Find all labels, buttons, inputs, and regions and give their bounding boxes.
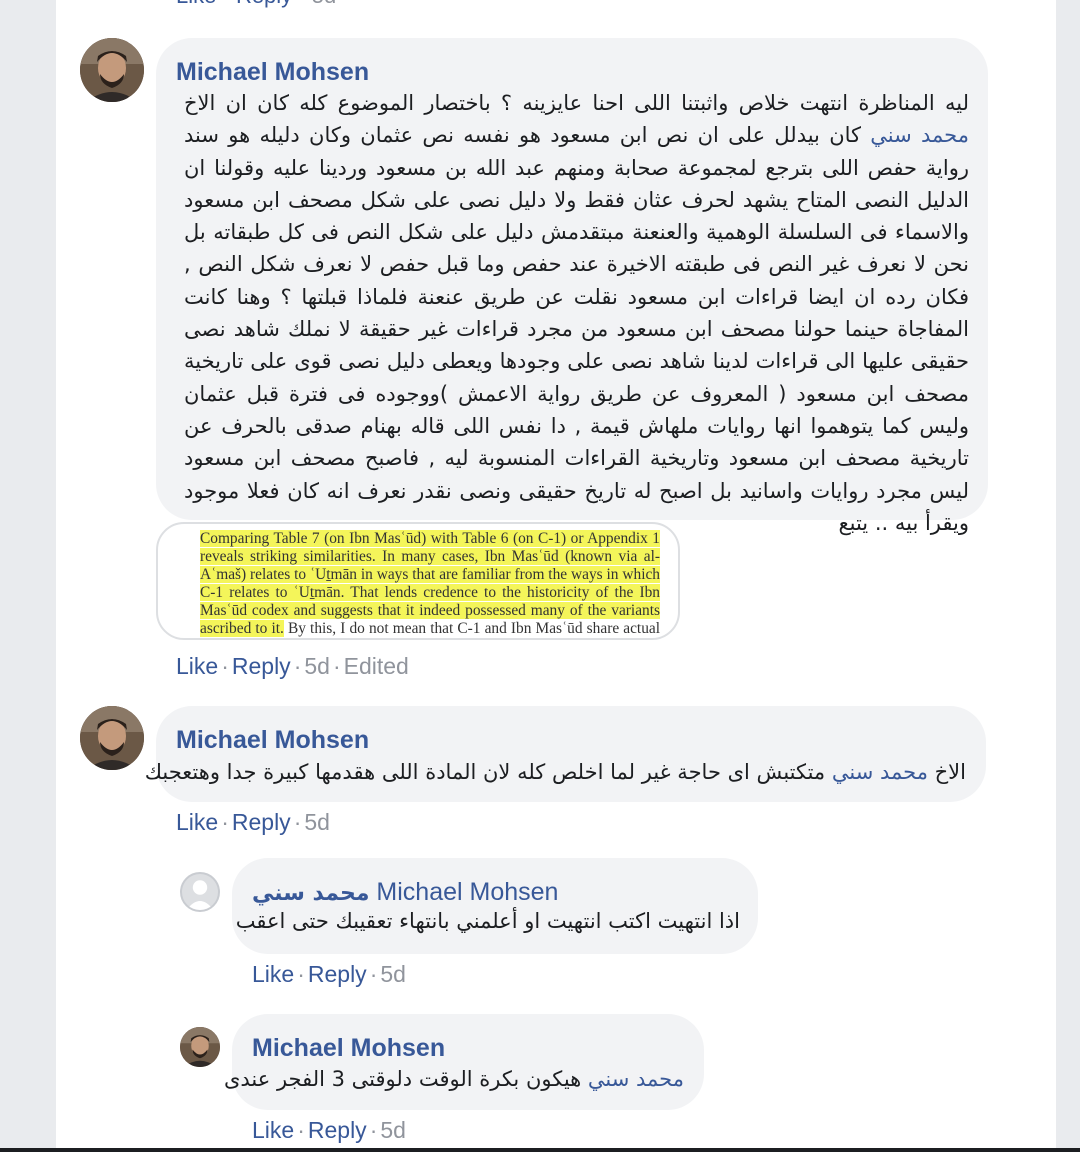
reply-actions: Like · Reply · 5d	[252, 1117, 406, 1143]
reply-link[interactable]: Reply	[308, 961, 367, 987]
user-photo-icon	[80, 38, 144, 102]
user-photo-icon	[80, 706, 144, 770]
user-photo-icon	[180, 1027, 220, 1067]
comment-text: ليه المناظرة انتهت خلاص واثبتنا اللى احن…	[184, 87, 969, 539]
comment-text: الاخ محمد سني متكتبش اى حاجة غير لما اخل…	[145, 757, 966, 787]
reply-link[interactable]: Reply	[232, 809, 291, 835]
reply-author[interactable]: محمد سني	[252, 881, 369, 906]
like-link[interactable]: Like	[176, 653, 218, 679]
mention-link[interactable]: Michael Mohsen	[376, 878, 558, 906]
mention-link[interactable]: محمد سني	[588, 1067, 684, 1091]
timestamp: 5d	[304, 653, 330, 679]
reply-link[interactable]: Reply	[236, 0, 292, 8]
default-avatar[interactable]	[180, 872, 220, 912]
avatar[interactable]	[80, 38, 144, 102]
like-link[interactable]: Like	[252, 961, 294, 987]
mention-link[interactable]: محمد سني	[832, 760, 928, 784]
bottom-divider	[0, 1148, 1080, 1152]
reply-text-part: هيكون بكرة الوقت دلوقتى 3 الفجر عندى	[223, 1067, 588, 1091]
like-link[interactable]: Like	[252, 1117, 294, 1143]
timestamp: 5d	[380, 961, 406, 987]
reply-actions: Like · Reply · 5d	[252, 961, 406, 987]
reply-text: اذا انتهيت اكتب انتهيت او أعلمني بانتهاء…	[235, 909, 740, 933]
mention-link[interactable]: محمد سني	[870, 123, 969, 147]
comment-bubble: Michael Mohsen ليه المناظرة انتهت خلاص و…	[156, 38, 988, 535]
reply-link[interactable]: Reply	[308, 1117, 367, 1143]
default-user-icon	[186, 880, 214, 910]
comment-text-part: ليه المناظرة انتهت خلاص واثبتنا اللى احن…	[184, 91, 969, 115]
comment-text-part: الاخ	[927, 760, 966, 784]
like-link[interactable]: Like	[176, 0, 216, 8]
reply-author[interactable]: Michael Mohsen	[252, 1034, 445, 1062]
timestamp: 5d	[380, 1117, 406, 1143]
comment-author[interactable]: Michael Mohsen	[176, 58, 369, 86]
comment-actions: Like · Reply · 5d · Edited	[176, 653, 409, 679]
timestamp: 5d	[312, 0, 336, 8]
like-link[interactable]: Like	[176, 809, 218, 835]
reply-bubble: محمد سني Michael Mohsen اذا انتهيت اكتب …	[232, 858, 758, 954]
edited-label: Edited	[343, 653, 409, 679]
comment-author[interactable]: Michael Mohsen	[176, 726, 369, 754]
reply-bubble: Michael Mohsen محمد سني هيكون بكرة الوقت…	[224, 1014, 704, 1110]
comment-text-part: متكتبش اى حاجة غير لما اخلص كله لان الما…	[144, 760, 832, 784]
attachment-quote: Comparing Table 7 (on Ibn Masʿūd) with T…	[200, 530, 660, 638]
comment-text-part: كان بيدلل على ان نص ابن مسعود هو نفسه نص…	[184, 123, 969, 535]
avatar[interactable]	[180, 1027, 220, 1067]
reply-text: محمد سني هيكون بكرة الوقت دلوقتى 3 الفجر…	[224, 1064, 684, 1094]
previous-comment-actions: Like · Reply · 5d	[176, 0, 336, 8]
reply-link[interactable]: Reply	[232, 653, 291, 679]
reply-header: محمد سني Michael Mohsen	[252, 878, 558, 908]
comment-bubble: Michael Mohsen الاخ محمد سني متكتبش اى ح…	[145, 706, 986, 802]
attachment-image[interactable]: Comparing Table 7 (on Ibn Masʿūd) with T…	[156, 522, 680, 640]
avatar[interactable]	[80, 706, 144, 770]
timestamp: 5d	[304, 809, 330, 835]
comment-actions: Like · Reply · 5d	[176, 809, 330, 835]
